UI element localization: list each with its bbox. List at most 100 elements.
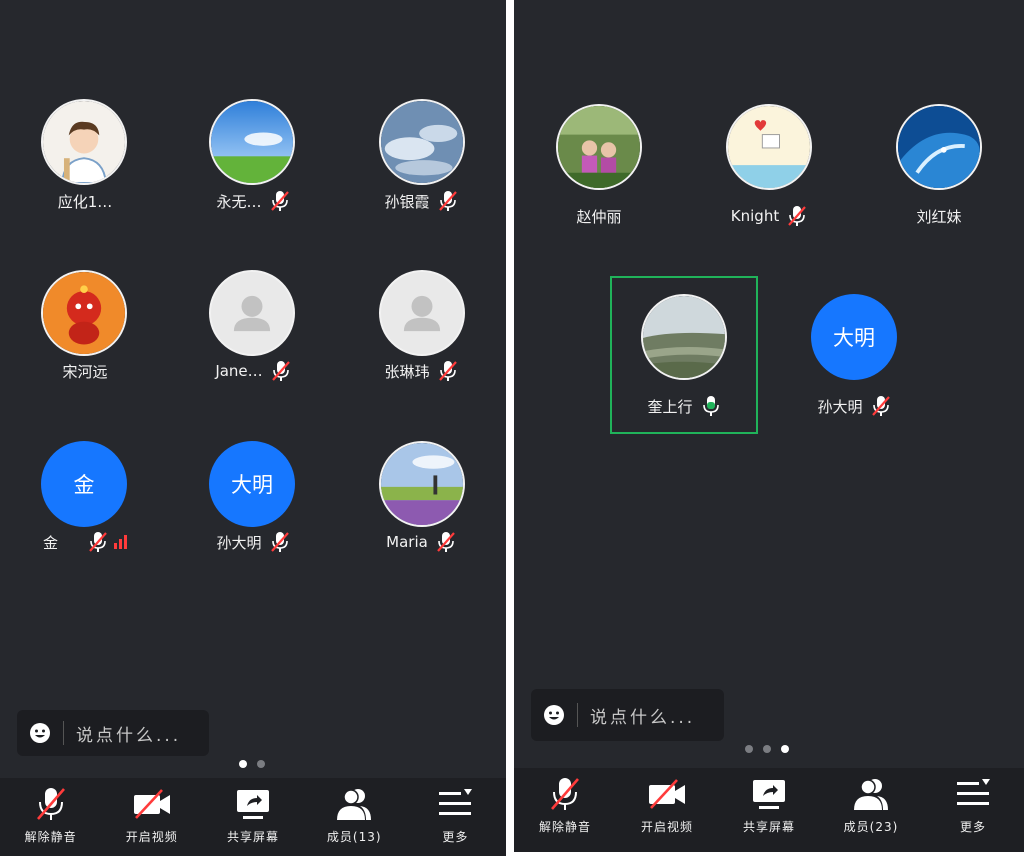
landscape-avatar-icon — [643, 296, 725, 378]
participant-name-row: 金 — [0, 530, 170, 554]
participant-name: 应化1… — [57, 192, 113, 211]
participant-name-row: Knight — [684, 204, 854, 228]
bottom-toolbar: 解除静音 开启视频 共享屏幕 成员(23) 更多 — [514, 768, 1024, 852]
page-indicator — [745, 745, 789, 753]
mic-muted-icon — [270, 190, 290, 212]
signal-strength-icon — [114, 535, 127, 549]
surf-wave-avatar-icon — [898, 106, 980, 188]
participant-name: 赵仲丽 — [576, 207, 622, 226]
more-menu-icon — [435, 786, 475, 822]
participant-name-row: 应化1… — [0, 189, 170, 213]
participant-name-row: 张琳玮 — [336, 359, 506, 383]
right-meeting-screen: 赵仲丽 Knight 刘红妹 奎上行 大明 孙大明 说点什么... 解除静音 开… — [514, 0, 1024, 852]
share-screen-button[interactable]: 共享屏幕 — [718, 768, 820, 852]
sky-field-avatar-icon — [211, 101, 293, 183]
avatar — [896, 104, 982, 190]
avatar — [379, 99, 465, 185]
avatar — [209, 99, 295, 185]
video-off-icon — [647, 776, 687, 812]
mic-muted-icon — [871, 395, 891, 417]
participant-name: 张琳玮 — [384, 362, 430, 381]
share-screen-icon — [749, 776, 789, 812]
participant-name-row: Maria — [336, 530, 506, 554]
chat-input[interactable]: 说点什么... — [531, 689, 724, 741]
red-cartoon-avatar-icon — [43, 272, 125, 354]
avatar: 大明 — [811, 294, 897, 380]
default-person-icon — [233, 295, 271, 332]
mic-muted-icon — [436, 531, 456, 553]
heart-card-avatar-icon — [728, 106, 810, 188]
participant-name: Jane… — [215, 362, 263, 380]
boy-cartoon-avatar-icon — [43, 101, 125, 183]
participant-name-row: 孙银霞 — [336, 189, 506, 213]
left-meeting-screen: 应化1… 永无… 孙银霞 宋河远 Jane… 张琳玮 金 金 大明 孙大明 Ma… — [0, 0, 506, 856]
participant-name: 孙银霞 — [384, 192, 430, 211]
participant-name: 金 — [42, 533, 58, 552]
avatar: 大明 — [209, 441, 295, 527]
start-video-button[interactable]: 开启视频 — [616, 768, 718, 852]
participant-name: 孙大明 — [817, 397, 863, 416]
emoji-icon[interactable] — [29, 722, 51, 744]
clouds-avatar-icon — [381, 101, 463, 183]
page-dot[interactable] — [763, 745, 771, 753]
children-photo-avatar-icon — [558, 106, 640, 188]
chat-placeholder: 说点什么... — [590, 707, 696, 728]
mic-muted-icon — [88, 531, 108, 553]
share-screen-button[interactable]: 共享屏幕 — [202, 778, 303, 856]
mic-muted-icon — [545, 776, 585, 812]
members-icon — [851, 776, 891, 812]
page-dot[interactable] — [745, 745, 753, 753]
bottom-toolbar: 解除静音 开启视频 共享屏幕 成员(13) 更多 — [0, 778, 506, 856]
participant-name: 奎上行 — [647, 397, 693, 416]
members-button[interactable]: 成员(23) — [820, 768, 922, 852]
unmute-button[interactable]: 解除静音 — [0, 778, 101, 856]
members-icon — [334, 786, 374, 822]
mic-muted-icon — [270, 531, 290, 553]
participant-name-row: Jane… — [168, 359, 338, 383]
emoji-icon[interactable] — [543, 704, 565, 726]
page-dot[interactable] — [239, 760, 247, 768]
mic-muted-icon — [31, 786, 71, 822]
participant-name-row: 奎上行 — [599, 394, 769, 418]
divider — [63, 721, 64, 745]
avatar — [641, 294, 727, 380]
unmute-button[interactable]: 解除静音 — [514, 768, 616, 852]
participant-name: 宋河远 — [62, 362, 108, 381]
default-person-icon — [403, 295, 441, 332]
divider — [577, 703, 578, 727]
participant-name-row: 孙大明 — [168, 530, 338, 554]
avatar — [41, 270, 127, 356]
participant-name: 刘红妹 — [916, 207, 962, 226]
more-button[interactable]: 更多 — [405, 778, 506, 856]
avatar — [41, 99, 127, 185]
page-dot[interactable] — [781, 745, 789, 753]
page-indicator — [239, 760, 265, 768]
avatar — [726, 104, 812, 190]
avatar — [379, 270, 465, 356]
participant-name: Maria — [386, 533, 428, 551]
participant-name: Knight — [730, 207, 780, 225]
avatar — [556, 104, 642, 190]
mic-muted-icon — [438, 360, 458, 382]
avatar — [209, 270, 295, 356]
mic-muted-icon — [271, 360, 291, 382]
more-button[interactable]: 更多 — [922, 768, 1024, 852]
participant-name-row: 赵仲丽 — [514, 204, 684, 228]
video-off-icon — [132, 786, 172, 822]
chat-placeholder: 说点什么... — [76, 725, 182, 746]
participant-name-row: 宋河远 — [0, 359, 170, 383]
mic-muted-icon — [787, 205, 807, 227]
participant-name: 永无… — [216, 192, 262, 211]
mic-active-icon — [701, 395, 721, 417]
chat-input[interactable]: 说点什么... — [17, 710, 209, 756]
mic-muted-icon — [438, 190, 458, 212]
avatar — [379, 441, 465, 527]
participant-name: 孙大明 — [216, 533, 262, 552]
page-dot[interactable] — [257, 760, 265, 768]
participant-name-row: 永无… — [168, 189, 338, 213]
participant-name-row: 孙大明 — [769, 394, 939, 418]
members-button[interactable]: 成员(13) — [304, 778, 405, 856]
more-menu-icon — [953, 776, 993, 812]
start-video-button[interactable]: 开启视频 — [101, 778, 202, 856]
participant-name-row: 刘红妹 — [854, 204, 1024, 228]
